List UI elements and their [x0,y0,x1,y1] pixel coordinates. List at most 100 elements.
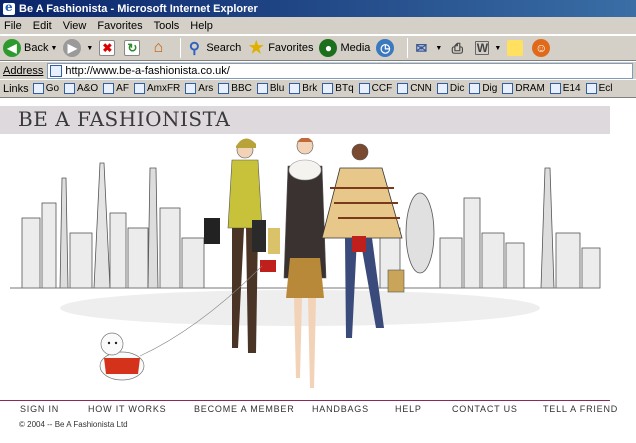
edit-document-icon: W [475,41,490,55]
page-icon [32,83,44,94]
search-button[interactable]: ⚲ Search [185,39,241,57]
messenger-icon: ☺ [532,39,551,57]
link-label: CNN [410,83,432,94]
home-button[interactable]: ⌂ [149,39,170,57]
history-button[interactable]: ◷ [376,39,397,57]
nav-divider [0,400,610,401]
page-icon [397,83,409,94]
link-item[interactable]: BTq [322,83,354,94]
links-label: Links [3,82,29,95]
back-label: Back [24,42,49,54]
link-item[interactable]: Ars [185,83,213,94]
ie-logo-icon [3,0,15,15]
address-label: Address [3,64,44,77]
page-icon [289,83,301,94]
link-item[interactable]: CNN [397,83,432,94]
link-item[interactable]: Ecl [585,83,613,94]
hero-illustration [10,138,601,388]
mail-button[interactable]: ✉ ▼ [412,39,443,57]
printer-icon: ⎙ [451,39,463,56]
link-item[interactable]: CCF [358,83,393,94]
link-item[interactable]: Brk [289,83,317,94]
nav-sign-in[interactable]: SIGN IN [20,404,59,414]
stop-button[interactable]: ✖ [99,40,118,56]
edit-dropdown-icon[interactable]: ▼ [494,45,501,52]
page-icon [436,83,448,94]
link-label: CCF [371,83,393,94]
forward-button[interactable]: ▶ ▼ [63,39,93,57]
discuss-button[interactable] [507,40,526,56]
history-icon: ◷ [376,39,395,57]
page-icon [322,83,334,94]
page-icon [64,83,76,94]
page-icon [358,83,370,94]
link-item[interactable]: DRAM [502,83,545,94]
refresh-icon: ↻ [124,40,141,56]
nav-how-it-works[interactable]: HOW IT WORKS [88,404,166,414]
link-label: Ecl [598,83,613,94]
link-label: Dig [482,83,498,94]
link-item[interactable]: E14 [549,83,581,94]
link-label: A&O [77,83,99,94]
link-label: E14 [562,83,581,94]
standard-toolbar: ◀ Back ▼ ▶ ▼ ✖ ↻ ⌂ ⚲ Search ★ Favorites … [0,35,636,61]
refresh-button[interactable]: ↻ [124,40,143,56]
print-button[interactable]: ⎙ [448,39,469,57]
back-button[interactable]: ◀ Back ▼ [3,39,57,57]
address-bar: Address http://www.be-a-fashionista.co.u… [0,61,636,79]
link-label: AF [116,83,129,94]
link-label: Go [45,83,60,94]
page-icon [256,83,268,94]
link-label: BTq [335,83,354,94]
menu-file[interactable]: File [4,20,22,32]
address-input[interactable]: http://www.be-a-fashionista.co.uk/ [47,62,634,79]
page-icon [502,83,514,94]
menu-view[interactable]: View [63,20,87,32]
nav-contact-us[interactable]: CONTACT US [452,404,518,414]
link-label: Blu [269,83,285,94]
menu-bar: File Edit View Favorites Tools Help [0,17,636,35]
link-item[interactable]: Blu [256,83,285,94]
note-icon [507,40,524,56]
page-icon [103,83,115,94]
dog-illustration [99,332,145,381]
window-title: Be A Fashionista - Microsoft Internet Ex… [19,2,258,15]
link-item[interactable]: Dig [469,83,497,94]
page-icon [469,83,481,94]
media-icon: ● [319,39,338,57]
link-label: DRAM [515,83,545,94]
back-arrow-icon: ◀ [3,39,21,57]
menu-favorites[interactable]: Favorites [97,20,142,32]
search-label: Search [206,42,242,54]
page-icon [50,64,63,77]
messenger-button[interactable]: ☺ [532,39,553,57]
nav-tell-a-friend[interactable]: TELL A FRIEND [543,404,618,414]
link-item[interactable]: BBC [218,83,252,94]
page-icon [585,83,597,94]
search-icon: ⚲ [188,40,200,57]
nav-help[interactable]: HELP [395,404,422,414]
nav-become-a-member[interactable]: BECOME A MEMBER [194,404,295,414]
mail-dropdown-icon[interactable]: ▼ [435,45,442,52]
site-navigation: SIGN IN HOW IT WORKS BECOME A MEMBER HAN… [0,404,617,418]
link-item[interactable]: AF [103,83,129,94]
menu-help[interactable]: Help [190,20,213,32]
address-url[interactable]: http://www.be-a-fashionista.co.uk/ [65,65,229,77]
link-item[interactable]: Go [32,83,60,94]
menu-edit[interactable]: Edit [33,20,52,32]
back-dropdown-icon[interactable]: ▼ [50,45,57,52]
link-item[interactable]: Dic [436,83,465,94]
favorites-button[interactable]: ★ Favorites [247,38,314,57]
forward-dropdown-icon[interactable]: ▼ [86,45,93,52]
links-bar: Links Go A&O AF AmxFR Ars BBC Blu Brk BT… [0,79,636,98]
nav-handbags[interactable]: HANDBAGS [312,404,369,414]
link-item[interactable]: AmxFR [133,83,180,94]
link-item[interactable]: A&O [64,83,98,94]
menu-tools[interactable]: Tools [154,20,180,32]
link-label: Brk [302,83,318,94]
page-content: BE A FASHIONISTA SIGN IN HOW IT WORKS BE… [0,98,636,443]
edit-button[interactable]: W ▼ [475,41,501,55]
media-button[interactable]: ● Media [319,39,370,57]
page-icon [218,83,230,94]
link-label: Dic [449,83,465,94]
